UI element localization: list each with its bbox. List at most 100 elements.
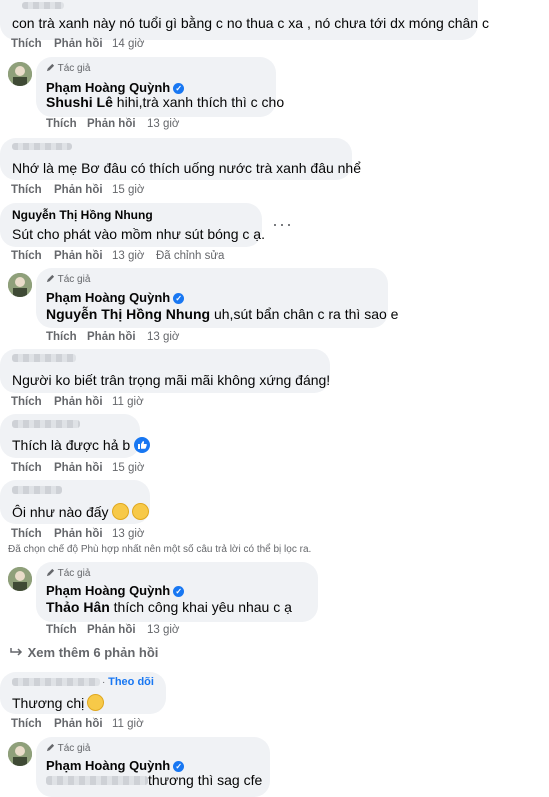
like-link[interactable]: Thích	[11, 38, 42, 50]
filter-note: Đã chọn chế độ Phù hợp nhất nên một số c…	[8, 544, 312, 555]
reply-link[interactable]: Phản hồi	[54, 396, 103, 408]
avatar-image	[8, 62, 32, 86]
thinking-emoji-icon	[131, 503, 149, 520]
more-options-icon[interactable]: ···	[272, 214, 293, 235]
blurred-name	[12, 486, 62, 494]
blurred-name	[22, 2, 64, 9]
timestamp: 13 giờ	[147, 118, 180, 130]
comment-body: Ôi như nào đấy	[12, 504, 109, 520]
reply-arrow-icon	[10, 648, 23, 656]
blurred-name	[12, 354, 76, 362]
follow-line: · Theo dõi	[102, 676, 154, 688]
timestamp: 11 giờ	[112, 718, 144, 730]
avatar[interactable]	[8, 62, 32, 86]
timestamp: 13 giờ	[112, 528, 145, 540]
author-name-text: Phạm Hoàng Quỳnh	[46, 758, 171, 773]
see-more-replies-link[interactable]: Xem thêm 6 phản hồi	[10, 645, 158, 660]
reply-link[interactable]: Phản hồi	[54, 250, 103, 262]
like-reaction-icon	[134, 437, 151, 453]
reply-link[interactable]: Phản hồi	[87, 118, 136, 130]
author-badge: Tác giả	[46, 743, 90, 754]
blurred-name	[12, 420, 80, 428]
author-badge: Tác giả	[46, 568, 90, 579]
author-name[interactable]: Phạm Hoàng Quỳnh ✓	[46, 80, 185, 95]
comment-body: Thích là được hả b	[12, 437, 131, 453]
comment-body: uh,sút bẩn chân c ra thì sao e	[210, 306, 399, 322]
reply-link[interactable]: Phản hồi	[54, 528, 103, 540]
comment-text: Nhớ là mẹ Bơ đâu có thích uống nước trà …	[12, 160, 362, 176]
avatar[interactable]	[8, 273, 32, 297]
mention-link[interactable]: Nguyễn Thị Hồng Nhung	[46, 306, 210, 322]
like-link[interactable]: Thích	[11, 396, 42, 408]
comment-body: hihi,trà xanh thích thì c cho	[112, 94, 285, 110]
comment-text: Người ko biết trân trọng mãi mãi không x…	[12, 372, 331, 388]
pencil-icon	[46, 743, 55, 752]
comment-text: thương thì sag cfe	[148, 772, 263, 788]
author-badge: Tác giả	[46, 63, 90, 74]
thinking-emoji-icon	[111, 503, 129, 520]
like-link[interactable]: Thích	[46, 331, 77, 343]
like-link[interactable]: Thích	[11, 184, 42, 196]
timestamp: 13 giờ	[147, 624, 180, 636]
avatar-image	[8, 273, 32, 297]
pencil-icon	[46, 568, 55, 577]
reply-link[interactable]: Phản hồi	[54, 38, 103, 50]
comment-text: Sút cho phát vào mồm như sút bóng c ạ.	[12, 226, 265, 242]
mention-link[interactable]: Shushi Lê	[46, 94, 113, 110]
pencil-icon	[46, 63, 55, 72]
mention-link[interactable]: Thảo Hân	[46, 599, 110, 615]
comment-body: thích công khai yêu nhau c ạ	[109, 599, 292, 615]
timestamp: 15 giờ	[112, 184, 145, 196]
reply-link[interactable]: Phản hồi	[87, 624, 136, 636]
commenter-name[interactable]: Nguyễn Thị Hồng Nhung	[12, 208, 153, 222]
blurred-name	[12, 143, 72, 150]
like-link[interactable]: Thích	[11, 528, 42, 540]
author-name-text: Phạm Hoàng Quỳnh	[46, 80, 171, 95]
badge-label: Tác giả	[57, 743, 91, 754]
reply-link[interactable]: Phản hồi	[54, 184, 103, 196]
badge-label: Tác giả	[57, 63, 91, 74]
author-name-text: Phạm Hoàng Quỳnh	[46, 290, 171, 305]
verified-icon: ✓	[173, 83, 185, 94]
timestamp: 13 giờ	[147, 331, 180, 343]
avatar[interactable]	[8, 567, 32, 591]
badge-label: Tác giả	[57, 568, 91, 579]
author-name[interactable]: Phạm Hoàng Quỳnh ✓	[46, 583, 185, 598]
like-link[interactable]: Thích	[46, 624, 77, 636]
reply-link[interactable]: Phản hồi	[87, 331, 136, 343]
reply-link[interactable]: Phản hồi	[54, 718, 103, 730]
pencil-icon	[46, 274, 55, 283]
timestamp: 11 giờ	[112, 396, 144, 408]
badge-label: Tác giả	[57, 274, 91, 285]
blurred-mention	[46, 776, 148, 785]
comment-text: Thảo Hân thích công khai yêu nhau c ạ	[46, 599, 292, 615]
like-link[interactable]: Thích	[46, 118, 77, 130]
author-name-text: Phạm Hoàng Quỳnh	[46, 583, 171, 598]
author-name[interactable]: Phạm Hoàng Quỳnh ✓	[46, 758, 185, 773]
reply-link[interactable]: Phản hồi	[54, 462, 103, 474]
comment-text: Shushi Lê hihi,trà xanh thích thì c cho	[46, 94, 284, 110]
comment-text: con trà xanh này nó tuổi gì bằng c no th…	[12, 15, 489, 31]
verified-icon: ✓	[173, 761, 185, 772]
avatar-image	[8, 742, 32, 766]
verified-icon: ✓	[173, 586, 185, 597]
timestamp: 15 giờ	[112, 462, 145, 474]
author-badge: Tác giả	[46, 274, 90, 285]
blurred-name	[12, 678, 100, 686]
edited-label: Đã chỉnh sửa	[156, 250, 225, 262]
comment-text: Thích là được hả b	[12, 437, 151, 453]
comment-text: Thương chị	[12, 694, 105, 711]
timestamp: 13 giờ	[112, 250, 145, 262]
timestamp: 14 giờ	[112, 38, 145, 50]
like-link[interactable]: Thích	[11, 250, 42, 262]
comment-text: Ôi như nào đấy	[12, 503, 149, 520]
like-link[interactable]: Thích	[11, 462, 42, 474]
sad-emoji-icon	[87, 694, 105, 711]
comment-text: Nguyễn Thị Hồng Nhung uh,sút bẩn chân c …	[46, 306, 398, 322]
like-link[interactable]: Thích	[11, 718, 42, 730]
avatar-image	[8, 567, 32, 591]
author-name[interactable]: Phạm Hoàng Quỳnh ✓	[46, 290, 185, 305]
comment-body: Thương chị	[12, 695, 85, 711]
avatar[interactable]	[8, 742, 32, 766]
follow-link[interactable]: Theo dõi	[108, 676, 154, 688]
